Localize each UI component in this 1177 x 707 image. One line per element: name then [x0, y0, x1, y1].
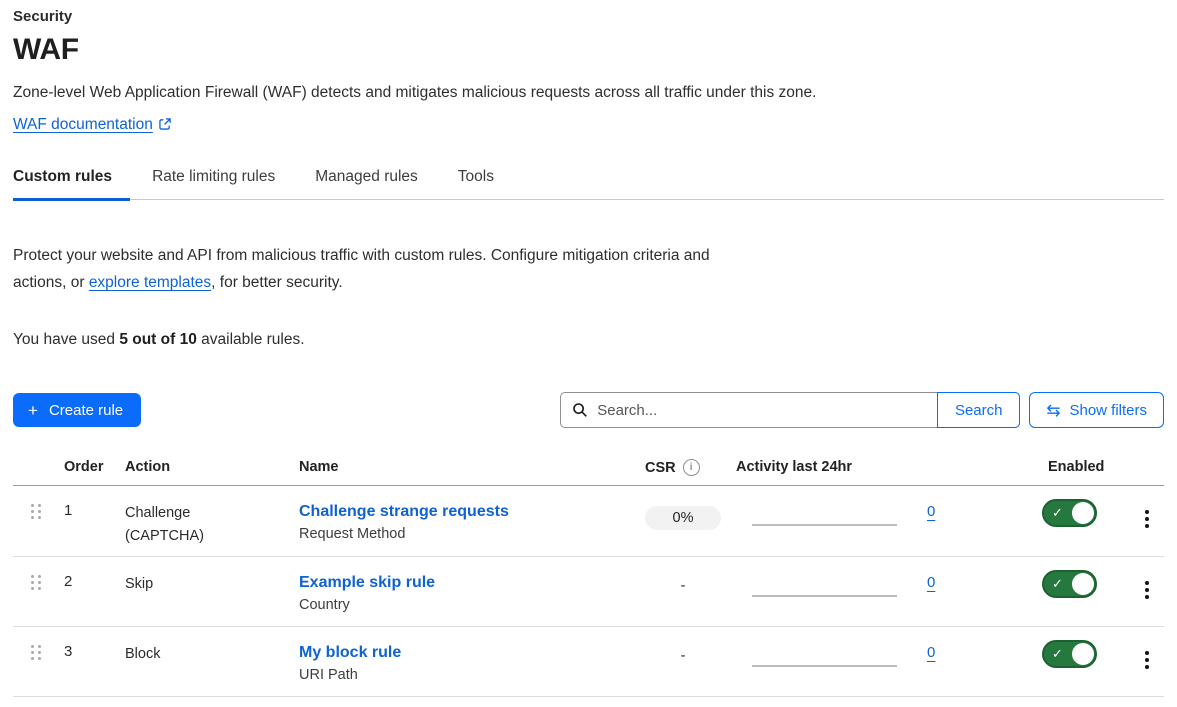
- kebab-menu-icon[interactable]: [1135, 576, 1159, 604]
- enabled-toggle[interactable]: ✓: [1042, 570, 1097, 598]
- rule-field: URI Path: [299, 667, 630, 683]
- rule-name-link[interactable]: My block rule: [299, 643, 401, 662]
- waf-documentation-label: WAF documentation: [13, 116, 153, 133]
- show-filters-label: Show filters: [1069, 402, 1147, 419]
- activity-sparkline: [752, 665, 897, 667]
- drag-handle-icon[interactable]: [31, 645, 64, 660]
- table-row: 3 Block My block rule URI Path - 0 ✓: [13, 626, 1164, 696]
- rule-action: Block: [125, 627, 299, 666]
- rule-name-link[interactable]: Challenge strange requests: [299, 502, 509, 521]
- csr-value: -: [681, 577, 686, 594]
- tab-managed-rules[interactable]: Managed rules: [315, 168, 420, 199]
- rule-name-link[interactable]: Example skip rule: [299, 573, 435, 592]
- activity-sparkline: [752, 524, 897, 526]
- rule-name-cell: My block rule URI Path: [299, 627, 630, 683]
- table-row: 1 Challenge (CAPTCHA) Challenge strange …: [13, 486, 1164, 556]
- enabled-cell: ✓: [1030, 486, 1129, 527]
- activity-cell: 0: [736, 486, 1030, 541]
- activity-count-link[interactable]: 0: [927, 574, 935, 591]
- activity-count-link[interactable]: 0: [927, 503, 935, 520]
- intro-text: Protect your website and API from malici…: [13, 242, 758, 296]
- col-header-csr: CSR i: [630, 459, 736, 485]
- rule-action-line2: (CAPTCHA): [125, 525, 299, 548]
- rule-order: 3: [64, 627, 125, 660]
- col-header-name: Name: [299, 459, 630, 484]
- swap-arrows-icon: ⇆: [1046, 402, 1060, 419]
- row-menu-cell: [1129, 486, 1164, 533]
- col-header-order: Order: [64, 459, 125, 484]
- show-filters-button[interactable]: ⇆ Show filters: [1029, 392, 1164, 428]
- rule-action-line1: Skip: [125, 573, 299, 596]
- rule-action: Challenge (CAPTCHA): [125, 486, 299, 548]
- plus-icon: +: [28, 402, 38, 419]
- table-row: 2 Skip Example skip rule Country - 0 ✓: [13, 556, 1164, 626]
- explore-templates-link[interactable]: explore templates: [89, 274, 211, 291]
- tab-bar: Custom rules Rate limiting rules Managed…: [13, 168, 1164, 200]
- activity-count-link[interactable]: 0: [927, 644, 935, 661]
- usage-suffix: available rules.: [197, 331, 305, 348]
- rules-table: Order Action Name CSR i Activity last 24…: [13, 459, 1164, 697]
- usage-count: 5 out of 10: [119, 331, 197, 348]
- doc-link-row: WAF documentation: [13, 116, 1164, 136]
- tab-rate-limiting-rules[interactable]: Rate limiting rules: [152, 168, 277, 199]
- enabled-toggle[interactable]: ✓: [1042, 640, 1097, 668]
- toggle-knob: [1072, 643, 1094, 665]
- col-header-enabled: Enabled: [1030, 459, 1129, 484]
- csr-cell: 0%: [630, 486, 736, 530]
- kebab-menu-icon[interactable]: [1135, 505, 1159, 533]
- enabled-toggle[interactable]: ✓: [1042, 499, 1097, 527]
- check-icon: ✓: [1052, 506, 1063, 519]
- search-icon: [572, 402, 588, 423]
- csr-header-label: CSR: [645, 460, 676, 476]
- rule-action-line1: Challenge: [125, 502, 299, 525]
- activity-cell: 0: [736, 627, 1030, 682]
- rule-order: 2: [64, 557, 125, 590]
- csr-value-badge: 0%: [645, 506, 721, 530]
- tab-tools[interactable]: Tools: [458, 168, 496, 199]
- activity-cell: 0: [736, 557, 1030, 612]
- intro-text-after: , for better security.: [211, 274, 343, 291]
- col-header-action: Action: [125, 459, 299, 484]
- kebab-menu-icon[interactable]: [1135, 646, 1159, 674]
- page-title: WAF: [13, 33, 1164, 67]
- activity-sparkline: [752, 595, 897, 597]
- external-link-icon: [158, 117, 172, 136]
- waf-documentation-link[interactable]: WAF documentation: [13, 116, 153, 133]
- rule-field: Request Method: [299, 526, 630, 542]
- check-icon: ✓: [1052, 577, 1063, 590]
- usage-text: You have used 5 out of 10 available rule…: [13, 331, 1164, 349]
- csr-cell: -: [630, 557, 736, 594]
- search-group: Search: [560, 392, 1020, 428]
- rule-name-cell: Example skip rule Country: [299, 557, 630, 613]
- col-header-activity: Activity last 24hr: [736, 459, 1030, 484]
- rule-action-line1: Block: [125, 643, 299, 666]
- rule-name-cell: Challenge strange requests Request Metho…: [299, 486, 630, 542]
- csr-value: -: [681, 647, 686, 664]
- toolbar: + Create rule Search ⇆ Show filters: [13, 392, 1164, 428]
- row-menu-cell: [1129, 557, 1164, 604]
- rule-field: Country: [299, 597, 630, 613]
- info-icon[interactable]: i: [683, 459, 700, 476]
- check-icon: ✓: [1052, 647, 1063, 660]
- search-button[interactable]: Search: [937, 392, 1020, 428]
- drag-handle-icon[interactable]: [31, 504, 64, 519]
- page-description: Zone-level Web Application Firewall (WAF…: [13, 84, 1164, 102]
- tab-custom-rules[interactable]: Custom rules: [13, 168, 114, 199]
- csr-cell: -: [630, 627, 736, 664]
- table-header: Order Action Name CSR i Activity last 24…: [13, 459, 1164, 486]
- row-menu-cell: [1129, 627, 1164, 674]
- create-rule-label: Create rule: [49, 402, 123, 419]
- usage-prefix: You have used: [13, 331, 119, 348]
- rule-action: Skip: [125, 557, 299, 596]
- enabled-cell: ✓: [1030, 627, 1129, 668]
- toggle-knob: [1072, 573, 1094, 595]
- breadcrumb: Security: [13, 8, 1164, 25]
- drag-handle-icon[interactable]: [31, 575, 64, 590]
- rule-order: 1: [64, 486, 125, 519]
- enabled-cell: ✓: [1030, 557, 1129, 598]
- create-rule-button[interactable]: + Create rule: [13, 393, 141, 427]
- waf-page: Security WAF Zone-level Web Application …: [0, 0, 1177, 697]
- toggle-knob: [1072, 502, 1094, 524]
